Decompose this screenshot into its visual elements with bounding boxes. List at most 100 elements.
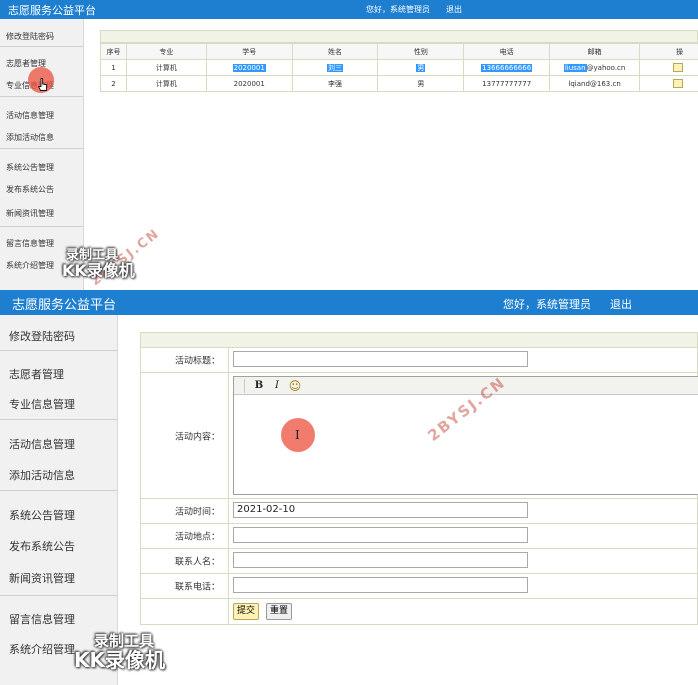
form-toolbar bbox=[140, 332, 698, 348]
form-row-actions: 提交 重置 bbox=[140, 599, 698, 625]
col-header: 电话 bbox=[463, 43, 551, 60]
selected-text: 刘三 bbox=[327, 63, 344, 72]
sidebar-item-change-password[interactable]: 修改登陆密码 bbox=[9, 328, 75, 344]
contact-label: 联系人名： bbox=[141, 549, 229, 573]
cell-email: liusan@yahoo.cn bbox=[549, 59, 641, 76]
sidebar-item-publish-notice[interactable]: 发布系统公告 bbox=[6, 184, 54, 195]
sidebar-item-news[interactable]: 新闻资讯管理 bbox=[9, 570, 75, 586]
col-header: 专业 bbox=[125, 43, 207, 60]
cell-phone: 13666666666 bbox=[463, 59, 551, 76]
sidebar-divider bbox=[0, 419, 117, 420]
volunteer-table-panel: 序号 专业 学号 姓名 性别 电话 邮箱 操 1 计算机 2020001 刘三 … bbox=[100, 30, 698, 92]
sidebar-item-notices[interactable]: 系统公告管理 bbox=[9, 507, 75, 523]
italic-icon[interactable]: I bbox=[270, 379, 284, 393]
recorder-logo: 录制工具 KK录像机 bbox=[62, 249, 135, 279]
editor-toolbar: B I ☺ bbox=[234, 377, 698, 395]
sidebar-item-notices[interactable]: 系统公告管理 bbox=[6, 162, 54, 173]
sidebar-item-activities[interactable]: 活动信息管理 bbox=[9, 436, 75, 452]
recorder-line2: KK录像机 bbox=[74, 647, 165, 672]
sidebar-item-messages[interactable]: 留言信息管理 bbox=[6, 238, 54, 249]
email-user: lqiand@163.cn bbox=[568, 79, 621, 88]
form-row-place: 活动地点： bbox=[140, 524, 698, 549]
top-header: 志愿服务公益平台 您好，系统管理员 退出 bbox=[0, 0, 698, 19]
contact-name-input[interactable] bbox=[233, 552, 528, 568]
app-title: 志愿服务公益平台 bbox=[8, 4, 96, 17]
logout-link[interactable]: 退出 bbox=[446, 4, 462, 15]
bold-icon[interactable]: B bbox=[252, 379, 266, 393]
sidebar-divider bbox=[0, 96, 83, 97]
cell-gender: 男 bbox=[377, 75, 465, 92]
screenshot-volunteer-list: 志愿服务公益平台 您好，系统管理员 退出 修改登陆密码 志愿者管理 专业信息管理… bbox=[0, 0, 698, 290]
sidebar-item-publish-notice[interactable]: 发布系统公告 bbox=[9, 538, 75, 554]
sidebar-item-system-intro[interactable]: 系统介绍管理 bbox=[6, 260, 54, 271]
screenshot-add-activity: 志愿服务公益平台 您好，系统管理员 退出 修改登陆密码 志愿者管理 专业信息管理… bbox=[0, 290, 698, 685]
cell-gender: 男 bbox=[377, 59, 465, 76]
place-label: 活动地点： bbox=[141, 524, 229, 548]
cell-actions bbox=[639, 59, 698, 76]
col-header: 操 bbox=[639, 43, 698, 60]
sidebar-divider bbox=[0, 350, 117, 351]
hand-cursor-icon bbox=[38, 78, 47, 91]
sidebar-item-messages[interactable]: 留言信息管理 bbox=[9, 611, 75, 627]
edit-button[interactable] bbox=[673, 63, 684, 72]
selected-text: 13666666666 bbox=[481, 63, 533, 72]
cell-phone: 13777777777 bbox=[463, 75, 551, 92]
edit-button[interactable] bbox=[673, 79, 684, 88]
volunteer-table: 序号 专业 学号 姓名 性别 电话 邮箱 操 1 计算机 2020001 刘三 … bbox=[100, 43, 698, 92]
form-row-phone: 联系电话： bbox=[140, 574, 698, 599]
selected-text: 2020001 bbox=[232, 63, 266, 72]
col-header: 邮箱 bbox=[549, 43, 641, 60]
col-header: 学号 bbox=[205, 43, 293, 60]
app-title: 志愿服务公益平台 bbox=[12, 298, 117, 313]
table-row[interactable]: 2 计算机 2020001 李强 男 13777777777 lqiand@16… bbox=[100, 75, 698, 92]
cell-sid: 2020001 bbox=[205, 59, 293, 76]
sidebar-item-volunteers[interactable]: 志愿者管理 bbox=[9, 366, 64, 382]
activity-title-input[interactable] bbox=[233, 351, 528, 367]
form-row-content: 活动内容： B I ☺ bbox=[140, 373, 698, 499]
cell-name: 李强 bbox=[291, 75, 379, 92]
sidebar-item-activities[interactable]: 活动信息管理 bbox=[6, 110, 54, 121]
col-header: 性别 bbox=[377, 43, 465, 60]
recorder-logo: 录制工具 KK录像机 bbox=[74, 633, 165, 672]
toolbar-divider bbox=[244, 379, 245, 393]
actions-label bbox=[141, 599, 229, 624]
sidebar-divider bbox=[0, 490, 117, 491]
sidebar-item-add-activity[interactable]: 添加活动信息 bbox=[9, 467, 75, 483]
cell-major: 计算机 bbox=[125, 59, 207, 76]
sidebar-item-news[interactable]: 新闻资讯管理 bbox=[6, 208, 54, 219]
emoji-icon[interactable]: ☺ bbox=[288, 379, 302, 393]
contact-phone-input[interactable] bbox=[233, 577, 528, 593]
cell-email: lqiand@163.cn bbox=[549, 75, 641, 92]
greeting-text: 您好，系统管理员 bbox=[366, 5, 430, 14]
sidebar-divider bbox=[0, 226, 83, 227]
logout-link[interactable]: 退出 bbox=[610, 296, 632, 312]
submit-button[interactable]: 提交 bbox=[233, 603, 259, 620]
col-header: 序号 bbox=[100, 43, 127, 60]
table-header-row: 序号 专业 学号 姓名 性别 电话 邮箱 操 bbox=[100, 43, 698, 60]
sidebar-item-system-intro[interactable]: 系统介绍管理 bbox=[9, 641, 75, 657]
col-header: 姓名 bbox=[291, 43, 379, 60]
cell-no: 1 bbox=[100, 59, 127, 76]
table-row[interactable]: 1 计算机 2020001 刘三 男 13666666666 liusan@ya… bbox=[100, 59, 698, 76]
form-row-time: 活动时间： 2021-02-10 bbox=[140, 499, 698, 524]
cell-major: 计算机 bbox=[125, 75, 207, 92]
sidebar-divider bbox=[0, 148, 83, 149]
top-header: 志愿服务公益平台 您好，系统管理员 退出 bbox=[0, 290, 698, 315]
cell-no: 2 bbox=[100, 75, 127, 92]
reset-button[interactable]: 重置 bbox=[266, 603, 292, 620]
greeting-text: 您好，系统管理员 bbox=[503, 298, 591, 311]
cell-name: 刘三 bbox=[291, 59, 379, 76]
table-toolbar bbox=[100, 30, 698, 43]
sidebar-divider bbox=[0, 595, 117, 596]
sidebar-item-add-activity[interactable]: 添加活动信息 bbox=[6, 132, 54, 143]
email-domain: @yahoo.cn bbox=[586, 63, 626, 72]
form-row-contact: 联系人名： bbox=[140, 549, 698, 574]
recorder-line2: KK录像机 bbox=[62, 260, 135, 280]
form-row-title: 活动标题： bbox=[140, 348, 698, 373]
selected-text: 男 bbox=[416, 63, 426, 72]
sidebar-item-change-password[interactable]: 修改登陆密码 bbox=[6, 31, 54, 42]
activity-time-input[interactable]: 2021-02-10 bbox=[233, 502, 528, 518]
sidebar-item-majors[interactable]: 专业信息管理 bbox=[9, 396, 75, 412]
cell-sid: 2020001 bbox=[205, 75, 293, 92]
activity-place-input[interactable] bbox=[233, 527, 528, 543]
